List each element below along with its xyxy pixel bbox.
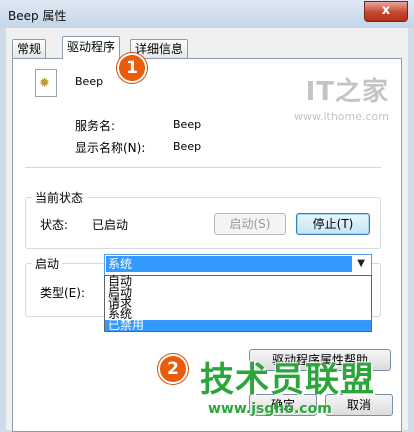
watermark-url: www.ithome.com xyxy=(293,110,389,123)
option-disabled[interactable]: 已禁用 xyxy=(105,319,371,331)
startup-type-label: 类型(E): xyxy=(40,286,85,300)
annotation-badge-2: 2 xyxy=(158,354,188,384)
service-name: Beep xyxy=(75,75,104,88)
display-name-value: Beep xyxy=(173,140,202,153)
option-manual[interactable]: 请求 xyxy=(105,297,371,309)
startup-group-title: 启动 xyxy=(32,255,63,272)
startup-type-select[interactable]: 系统 ▼ xyxy=(104,254,372,276)
service-name-value: Beep xyxy=(173,118,202,131)
status-group-title: 当前状态 xyxy=(32,189,87,206)
chevron-down-icon[interactable]: ▼ xyxy=(357,258,365,269)
startup-type-dropdown: 自动 启动 请求 系统 已禁用 xyxy=(104,275,372,332)
option-system[interactable]: 系统 xyxy=(105,308,371,320)
site-banner: 技术员联盟 www.jsgho.com xyxy=(200,352,375,417)
annotation-badge-1: 1 xyxy=(117,53,147,83)
gear-icon: ✹ xyxy=(39,76,50,91)
site-banner-url: www.jsgho.com xyxy=(208,401,332,417)
startup-type-value: 系统 xyxy=(106,256,352,272)
status-group: 当前状态 状态: 已启动 启动(S) 停止(T) xyxy=(25,189,381,249)
status-label: 状态: xyxy=(40,218,69,232)
title-bar: Beep 属性 x xyxy=(0,0,414,28)
close-button[interactable]: x xyxy=(364,1,408,22)
tab-driver[interactable]: 驱动程序 xyxy=(62,36,121,59)
window-title: Beep 属性 xyxy=(8,9,67,23)
stop-button[interactable]: 停止(T) xyxy=(296,213,370,235)
option-auto[interactable]: 自动 xyxy=(105,275,371,287)
status-value: 已启动 xyxy=(92,218,129,232)
watermark: IT之家 www.ithome.com xyxy=(294,71,389,123)
divider xyxy=(25,167,381,168)
start-button[interactable]: 启动(S) xyxy=(214,213,286,235)
tab-general[interactable]: 常规 xyxy=(12,39,47,58)
watermark-logo: IT之家 xyxy=(305,77,389,107)
service-name-label: 服务名: xyxy=(75,119,116,133)
site-banner-title: 技术员联盟 xyxy=(200,360,375,400)
service-icon: ✹ xyxy=(35,69,57,97)
option-boot[interactable]: 启动 xyxy=(105,286,371,298)
display-name-label: 显示名称(N): xyxy=(75,141,146,155)
close-icon: x xyxy=(381,3,391,18)
